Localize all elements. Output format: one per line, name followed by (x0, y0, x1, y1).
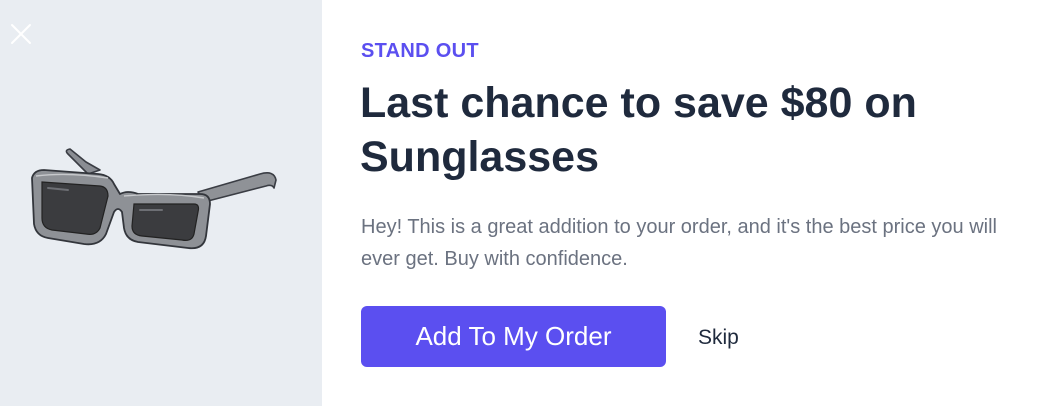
offer-content: STAND OUT Last chance to save $80 on Sun… (322, 0, 1049, 406)
close-icon (11, 24, 31, 44)
sunglasses-image (31, 148, 277, 250)
offer-eyebrow: STAND OUT (361, 40, 479, 62)
close-button[interactable] (9, 22, 33, 46)
offer-headline: Last chance to save $80 on Sunglasses (360, 79, 917, 181)
upsell-modal: STAND OUT Last chance to save $80 on Sun… (0, 0, 1049, 406)
offer-description: Hey! This is a great addition to your or… (361, 216, 997, 270)
add-to-order-button[interactable]: Add To My Order (361, 306, 666, 367)
product-image-panel (0, 0, 322, 406)
skip-link[interactable]: Skip (698, 326, 739, 350)
